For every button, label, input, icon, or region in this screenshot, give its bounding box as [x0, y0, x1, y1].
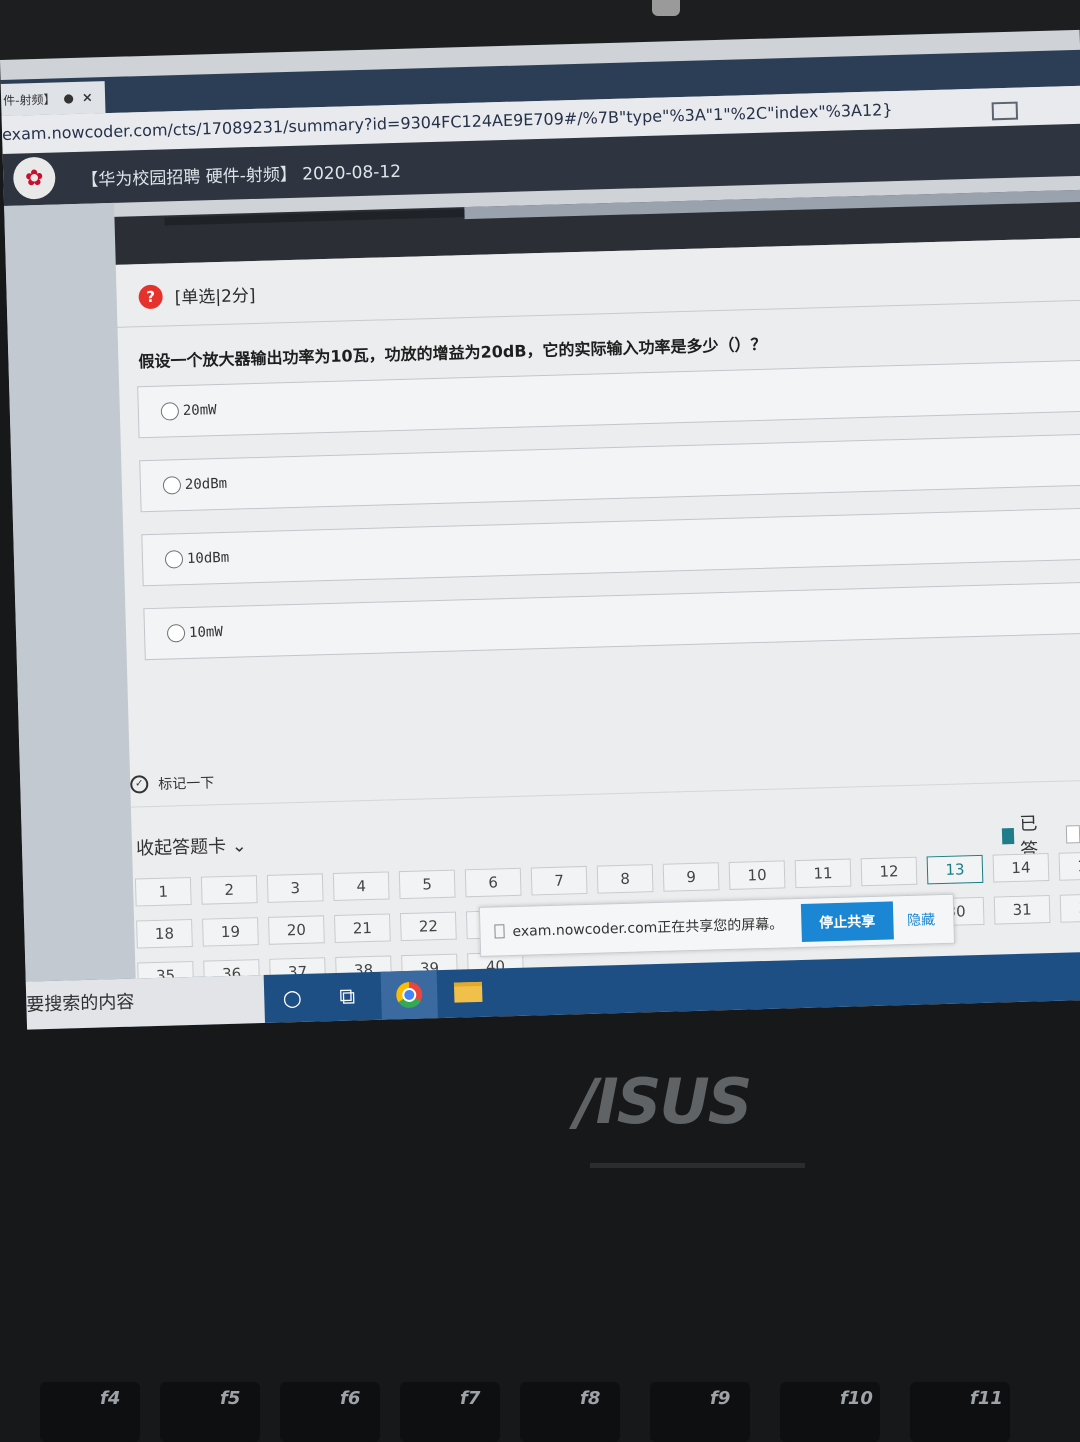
question-help-icon: ? — [138, 284, 163, 309]
question-number-button[interactable]: 8 — [596, 864, 654, 894]
key-f6: f6 — [280, 1382, 380, 1442]
cortana-icon[interactable]: ○ — [274, 982, 311, 1015]
key-label: f6 — [340, 1388, 361, 1409]
key-label: f5 — [220, 1388, 241, 1409]
key-f9: f9 — [650, 1382, 750, 1442]
taskbar-search[interactable]: 要搜索的内容 — [25, 974, 265, 1030]
question-type: [单选|2分] — [174, 285, 256, 309]
collapse-label: 收起答题卡 — [135, 835, 227, 860]
tab-title: 件-射频】 — [2, 91, 56, 108]
option-label: 20mW — [182, 402, 217, 420]
key-f10: f10 — [780, 1382, 880, 1442]
question-number-button[interactable]: 14 — [992, 853, 1050, 883]
laptop-screen: 件-射频】 ● × exam.nowcoder.com/cts/17089231… — [0, 29, 1080, 1030]
question-header: ? [单选|2分] — [138, 281, 256, 309]
left-gutter — [4, 202, 136, 986]
question-number-button[interactable]: 19 — [202, 917, 259, 947]
question-number-button[interactable]: 13 — [926, 854, 984, 885]
task-view-icon[interactable]: ⧉ — [329, 980, 366, 1013]
stop-sharing-button[interactable]: 停止共享 — [800, 901, 894, 942]
radio-icon[interactable] — [162, 476, 182, 495]
mark-label: 标记一下 — [158, 775, 215, 793]
collapse-answer-sheet[interactable]: 收起答题卡 ⌄ — [136, 831, 248, 860]
option-label: 20dBm — [184, 475, 228, 493]
share-text: exam.nowcoder.com正在共享您的屏幕。 — [512, 916, 784, 941]
question-number-button[interactable]: 31 — [993, 895, 1051, 925]
key-f7: f7 — [400, 1382, 500, 1442]
chrome-dot-icon: ● — [63, 90, 75, 106]
question-number-button[interactable]: 5 — [398, 869, 456, 900]
tab-close-icon[interactable]: × — [82, 90, 93, 105]
check-circle-icon[interactable]: ✓ — [130, 775, 149, 794]
key-label: f10 — [840, 1388, 873, 1409]
webcam — [652, 0, 680, 16]
question-number-button[interactable]: 22 — [399, 911, 457, 942]
key-f8: f8 — [520, 1382, 620, 1442]
question-number-button[interactable]: 21 — [334, 913, 391, 943]
mark-question[interactable]: ✓ 标记一下 — [130, 772, 215, 794]
file-explorer-icon[interactable] — [453, 981, 483, 1003]
question-number-button[interactable]: 20 — [268, 915, 325, 945]
question-number-button[interactable]: 4 — [332, 871, 390, 902]
question-number-button[interactable]: 12 — [860, 856, 918, 887]
bezel-line — [590, 1163, 805, 1168]
key-f11: f11 — [910, 1382, 1010, 1442]
question-number-button[interactable]: 6 — [464, 867, 522, 898]
key-f4: f4 — [40, 1382, 140, 1442]
question-number-button[interactable]: 15 — [1058, 851, 1080, 881]
question-number-button[interactable]: 2 — [200, 875, 258, 905]
radio-icon[interactable] — [160, 402, 180, 421]
option-label: 10mW — [188, 624, 224, 641]
hide-link[interactable]: 隐藏 — [907, 909, 936, 930]
asus-logo: /ISUS — [575, 1065, 752, 1138]
key-label: f8 — [580, 1388, 601, 1409]
question-number-button[interactable]: 9 — [662, 862, 720, 892]
radio-icon[interactable] — [164, 550, 184, 569]
question-number-button[interactable]: 7 — [530, 865, 588, 896]
chrome-taskbar-button[interactable] — [380, 970, 438, 1020]
chrome-icon — [395, 981, 423, 1009]
option-label: 10dBm — [186, 549, 230, 567]
question-number-button[interactable]: 11 — [794, 858, 852, 889]
chevron-down-icon: ⌄ — [231, 835, 248, 857]
question-number-button[interactable]: 3 — [266, 873, 324, 903]
screen-cast-icon[interactable] — [991, 101, 1019, 121]
key-label: f11 — [970, 1388, 1003, 1409]
key-label: f9 — [710, 1388, 731, 1409]
browser-tab[interactable]: 件-射频】 ● × — [0, 81, 106, 116]
answered-swatch — [1001, 827, 1015, 845]
question-number-button[interactable]: 10 — [728, 860, 786, 890]
unanswered-swatch — [1066, 825, 1080, 844]
key-label: f4 — [100, 1388, 121, 1409]
question-number-button[interactable]: 18 — [136, 918, 193, 949]
question-number-button[interactable]: 1 — [134, 876, 192, 907]
radio-icon[interactable] — [166, 624, 186, 643]
question-number-button[interactable]: 32 — [1059, 893, 1080, 923]
keyboard-function-row: f4 f5 f6 f7 f8 f9 f10 f11 — [0, 1360, 1080, 1442]
drag-handle-icon[interactable] — [494, 924, 505, 939]
key-label: f7 — [460, 1388, 481, 1409]
key-f5: f5 — [160, 1382, 260, 1442]
